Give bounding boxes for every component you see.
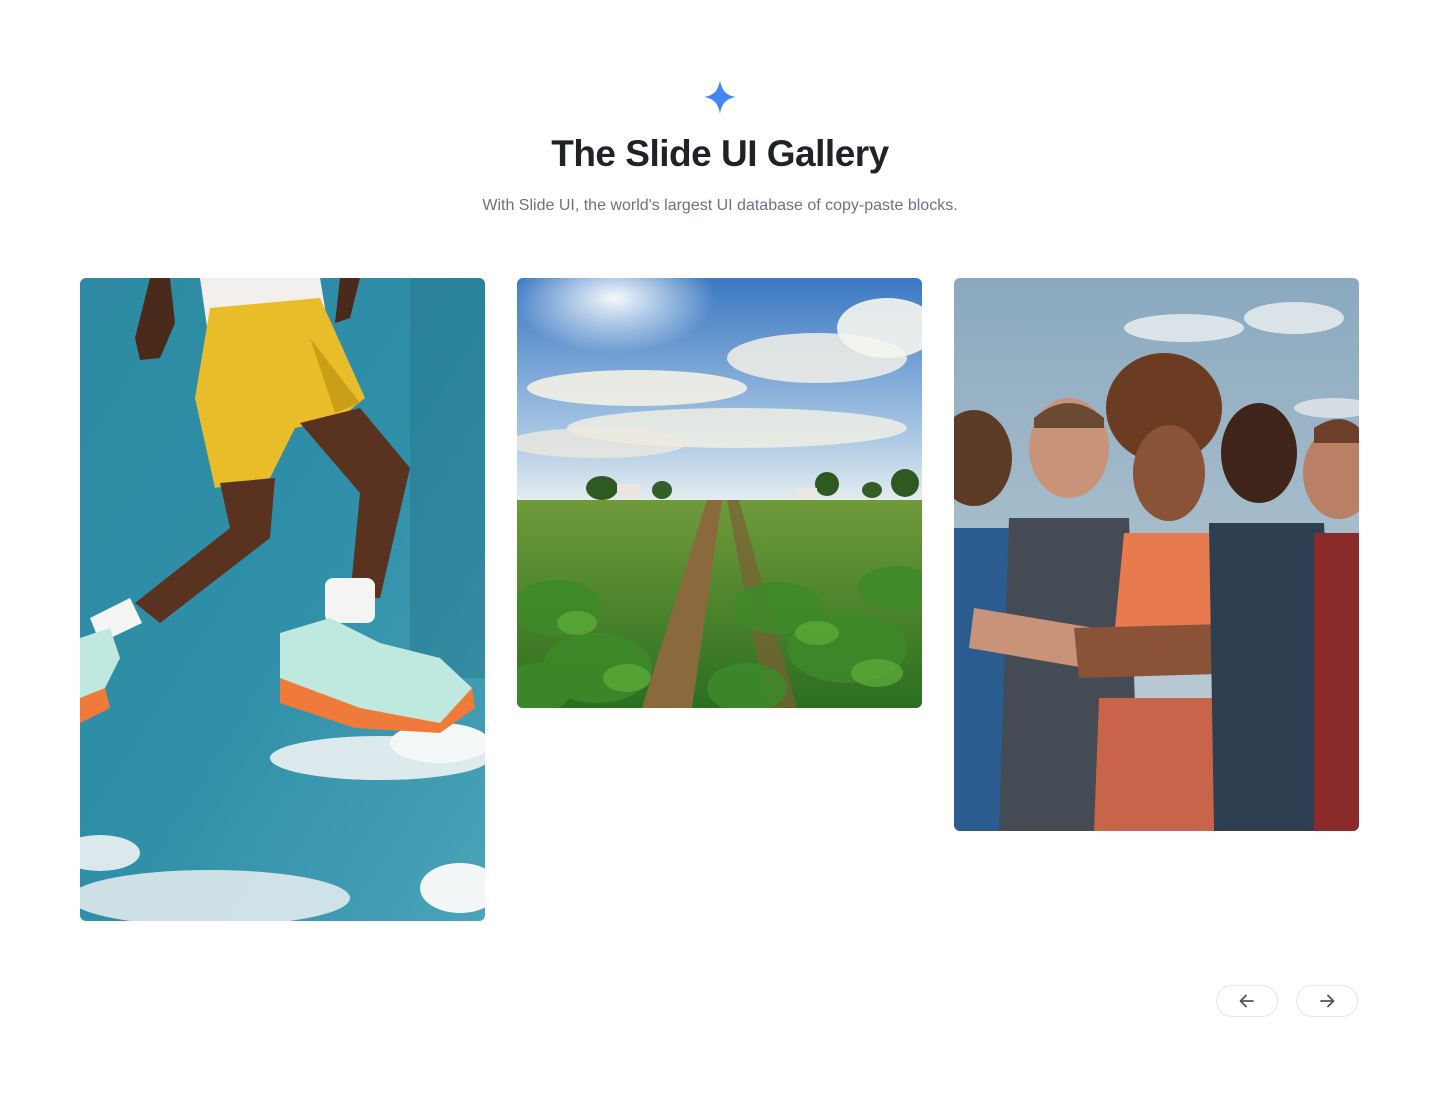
page-title: The Slide UI Gallery [551,133,889,174]
athletes-group-image [954,278,1359,831]
gallery-header: The Slide UI Gallery With Slide UI, the … [0,78,1440,218]
gallery-page: The Slide UI Gallery With Slide UI, the … [0,0,1440,1099]
next-slide-button[interactable] [1296,985,1358,1017]
sparkle-icon [704,80,736,114]
page-subtitle: With Slide UI, the world's largest UI da… [482,197,958,214]
athletes-group-photo[interactable] [954,278,1359,831]
farm-field-image [517,278,922,708]
farm-field-photo[interactable] [517,278,922,708]
jumping-runner-image [80,278,485,921]
previous-slide-button[interactable] [1216,985,1278,1017]
jumping-runner-photo[interactable] [80,278,485,921]
arrow-left-icon [1239,994,1254,1008]
arrow-right-icon [1320,994,1335,1008]
